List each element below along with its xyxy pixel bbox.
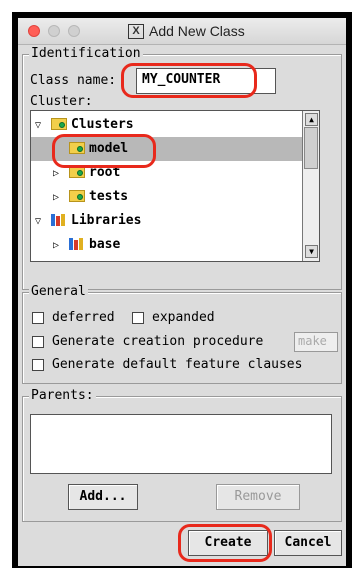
cluster-folder-icon: [51, 118, 67, 130]
identification-group-label: Identification: [29, 46, 143, 61]
cluster-folder-icon: [69, 190, 85, 202]
class-name-label: Class name:: [30, 73, 117, 88]
create-highlight-ring: [178, 524, 272, 562]
tree-item-label: tests: [89, 189, 129, 204]
library-icon: [69, 238, 85, 250]
expanded-triangle-icon[interactable]: ▽: [35, 216, 41, 227]
default-feature-clauses-checkbox[interactable]: [32, 359, 44, 371]
close-window-button[interactable]: [28, 25, 40, 37]
cluster-tree-scrollbar[interactable]: ▲ ▼: [302, 111, 319, 261]
cluster-label: Cluster:: [30, 94, 93, 109]
add-new-class-dialog: X Add New Class Identification Class nam…: [18, 18, 346, 566]
tree-item-label: Libraries: [71, 213, 142, 228]
collapsed-triangle-icon[interactable]: ▷: [53, 192, 59, 203]
creation-procedure-checkbox[interactable]: [32, 336, 44, 348]
library-icon: [51, 214, 67, 226]
x11-icon: X: [128, 24, 144, 39]
deferred-checkbox[interactable]: [32, 312, 44, 324]
creation-procedure-label: Generate creation procedure: [52, 334, 264, 349]
expanded-triangle-icon[interactable]: ▽: [35, 120, 41, 131]
creation-procedure-name-field[interactable]: make: [294, 332, 338, 352]
tree-item-tests[interactable]: ▷ tests: [31, 185, 305, 209]
minimize-window-button[interactable]: [48, 25, 60, 37]
parents-list[interactable]: [30, 414, 332, 474]
cancel-button[interactable]: Cancel: [274, 530, 342, 556]
model-highlight-ring: [52, 134, 156, 168]
tree-item-label: base: [89, 237, 121, 252]
tree-item-label: Clusters: [71, 117, 134, 132]
collapsed-triangle-icon[interactable]: ▷: [53, 240, 59, 251]
scrollbar-thumb[interactable]: [304, 127, 318, 169]
default-feature-clauses-label: Generate default feature clauses: [52, 357, 303, 372]
class-name-highlight-ring: [121, 63, 257, 98]
tree-item-libraries[interactable]: ▽ Libraries: [31, 209, 305, 233]
tree-item-base[interactable]: ▷ base: [31, 233, 305, 257]
window-title: Add New Class: [149, 23, 245, 39]
deferred-label: deferred: [52, 310, 115, 325]
zoom-window-button[interactable]: [68, 25, 80, 37]
title-bar[interactable]: X Add New Class: [18, 18, 346, 45]
cluster-tree[interactable]: ▽ Clusters model ▷ root ▷ tests ▽ Librar…: [30, 110, 320, 262]
general-group-label: General: [29, 284, 88, 299]
add-parent-button[interactable]: Add...: [68, 484, 138, 510]
parents-group-label: Parents:: [29, 388, 96, 403]
scroll-up-arrow-icon[interactable]: ▲: [305, 113, 318, 126]
scroll-down-arrow-icon[interactable]: ▼: [305, 245, 318, 258]
expanded-checkbox[interactable]: [132, 312, 144, 324]
expanded-label: expanded: [152, 310, 215, 325]
remove-parent-button[interactable]: Remove: [216, 484, 300, 510]
collapsed-triangle-icon[interactable]: ▷: [53, 168, 59, 179]
